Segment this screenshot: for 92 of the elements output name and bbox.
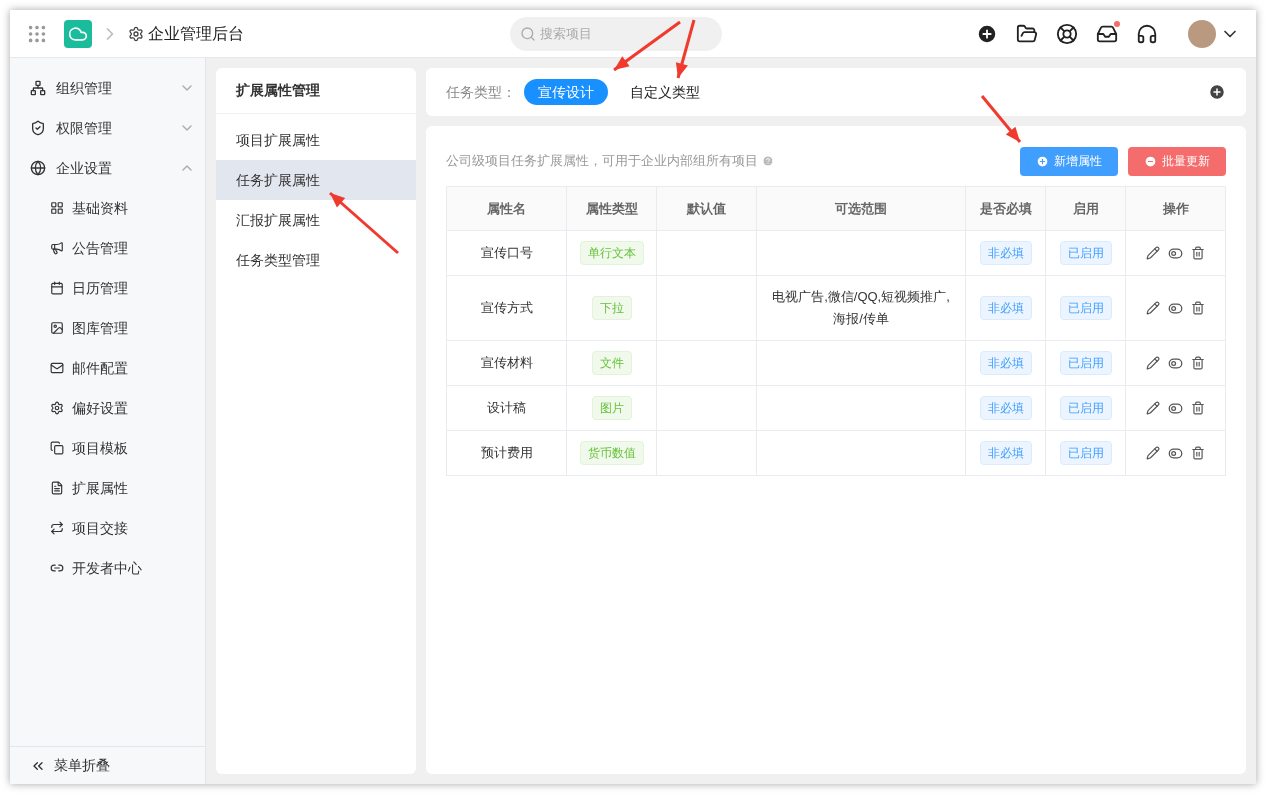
submenu-item[interactable]: 项目扩展属性	[216, 120, 416, 160]
required-tag: 非必填	[979, 396, 1032, 420]
toggle-icon[interactable]	[1168, 355, 1183, 371]
sidebar-item[interactable]: 偏好设置	[10, 388, 205, 428]
document-icon	[50, 481, 64, 495]
sidebar-item[interactable]: 项目模板	[10, 428, 205, 468]
sidebar-group[interactable]: 权限管理	[10, 108, 205, 148]
edit-icon[interactable]	[1146, 355, 1160, 370]
type-tag: 图片	[591, 396, 632, 420]
inbox-icon[interactable]	[1096, 22, 1118, 45]
submenu-title: 扩展属性管理	[216, 68, 416, 114]
task-type-tab[interactable]: 自定义类型	[616, 79, 714, 105]
column-header: 属性名	[446, 186, 567, 231]
toggle-icon[interactable]	[1168, 400, 1183, 416]
sidebar-item[interactable]: 邮件配置	[10, 348, 205, 388]
mail-icon	[50, 361, 64, 375]
calendar-icon	[50, 281, 64, 295]
delete-icon[interactable]	[1191, 245, 1205, 260]
table-cell: 预计费用	[446, 430, 567, 476]
type-tag: 文件	[591, 351, 632, 375]
image-icon	[50, 321, 64, 335]
toggle-icon[interactable]	[1168, 300, 1183, 316]
delete-icon[interactable]	[1191, 400, 1205, 415]
sidebar-item[interactable]: 开发者中心	[10, 548, 205, 588]
hierarchy-icon	[30, 80, 46, 96]
shield-icon	[30, 120, 46, 136]
annotation-arrow	[980, 95, 1022, 143]
link-icon	[50, 561, 64, 575]
edit-icon[interactable]	[1146, 245, 1160, 260]
sidebar-item[interactable]: 扩展属性	[10, 468, 205, 508]
lifebuoy-icon[interactable]	[1056, 22, 1078, 45]
table-cell: 宣传材料	[446, 340, 567, 386]
toggle-icon[interactable]	[1168, 445, 1183, 461]
gear-icon	[50, 401, 64, 415]
add-icon[interactable]	[976, 22, 998, 45]
column-header: 默认值	[656, 186, 757, 231]
column-header: 启用	[1045, 186, 1126, 231]
description-text: 公司级项目任务扩展属性，可用于企业内部组所有项目	[446, 152, 758, 171]
table-cell: 电视广告,微信/QQ,短视频推广,海报/传单	[772, 289, 950, 326]
status-tag: 已启用	[1059, 396, 1112, 420]
required-tag: 非必填	[979, 296, 1032, 320]
column-header: 操作	[1125, 186, 1226, 231]
repeat-icon	[50, 521, 64, 535]
collapse-menu-button[interactable]: 菜单折叠	[10, 746, 205, 784]
grid-icon	[50, 201, 64, 215]
search-field[interactable]: 搜索项目	[510, 16, 722, 51]
table-cell: 宣传方式	[446, 275, 567, 341]
plus-icon	[1036, 154, 1049, 168]
submenu-item[interactable]: 汇报扩展属性	[216, 200, 416, 240]
edit-icon[interactable]	[1146, 300, 1160, 315]
sidebar-item[interactable]: 项目交接	[10, 508, 205, 548]
required-tag: 非必填	[979, 351, 1032, 375]
toggle-icon[interactable]	[1168, 245, 1183, 261]
megaphone-icon	[50, 241, 64, 255]
column-header: 属性类型	[566, 186, 657, 231]
type-tag: 单行文本	[579, 241, 644, 265]
delete-icon[interactable]	[1191, 355, 1205, 370]
globe-icon	[30, 160, 46, 176]
status-tag: 已启用	[1059, 296, 1112, 320]
column-header: 可选范围	[756, 186, 966, 231]
sidebar-item[interactable]: 日历管理	[10, 268, 205, 308]
required-tag: 非必填	[979, 241, 1032, 265]
status-tag: 已启用	[1059, 351, 1112, 375]
type-tag: 货币数值	[579, 441, 644, 465]
search-icon	[520, 25, 536, 42]
status-tag: 已启用	[1059, 441, 1112, 465]
annotation-arrow	[329, 191, 399, 255]
gear-icon	[128, 25, 144, 42]
copy-icon	[50, 441, 64, 455]
table-cell: 设计稿	[446, 385, 567, 431]
delete-icon[interactable]	[1191, 445, 1205, 460]
table-cell: 宣传口号	[446, 230, 567, 276]
app-title: 企业管理后台	[148, 23, 244, 44]
sidebar-item[interactable]: 公告管理	[10, 228, 205, 268]
required-tag: 非必填	[979, 441, 1032, 465]
task-type-label: 任务类型：	[446, 82, 516, 102]
folder-icon[interactable]	[1016, 22, 1038, 45]
edit-icon[interactable]	[1146, 445, 1160, 460]
headset-icon[interactable]	[1136, 22, 1158, 45]
type-tag: 下拉	[591, 296, 632, 320]
sidebar-item[interactable]: 图库管理	[10, 308, 205, 348]
status-tag: 已启用	[1059, 241, 1112, 265]
submenu-item[interactable]: 任务类型管理	[216, 240, 416, 280]
column-header: 是否必填	[965, 186, 1046, 231]
edit-icon[interactable]	[1146, 400, 1160, 415]
delete-icon[interactable]	[1191, 300, 1205, 315]
submenu-item[interactable]: 任务扩展属性	[216, 160, 416, 200]
sidebar-item[interactable]: 基础资料	[10, 188, 205, 228]
sidebar-group[interactable]: 组织管理	[10, 68, 205, 108]
sidebar-group[interactable]: 企业设置	[10, 148, 205, 188]
add-icon[interactable]	[1208, 83, 1226, 101]
minus-icon	[1144, 154, 1157, 168]
